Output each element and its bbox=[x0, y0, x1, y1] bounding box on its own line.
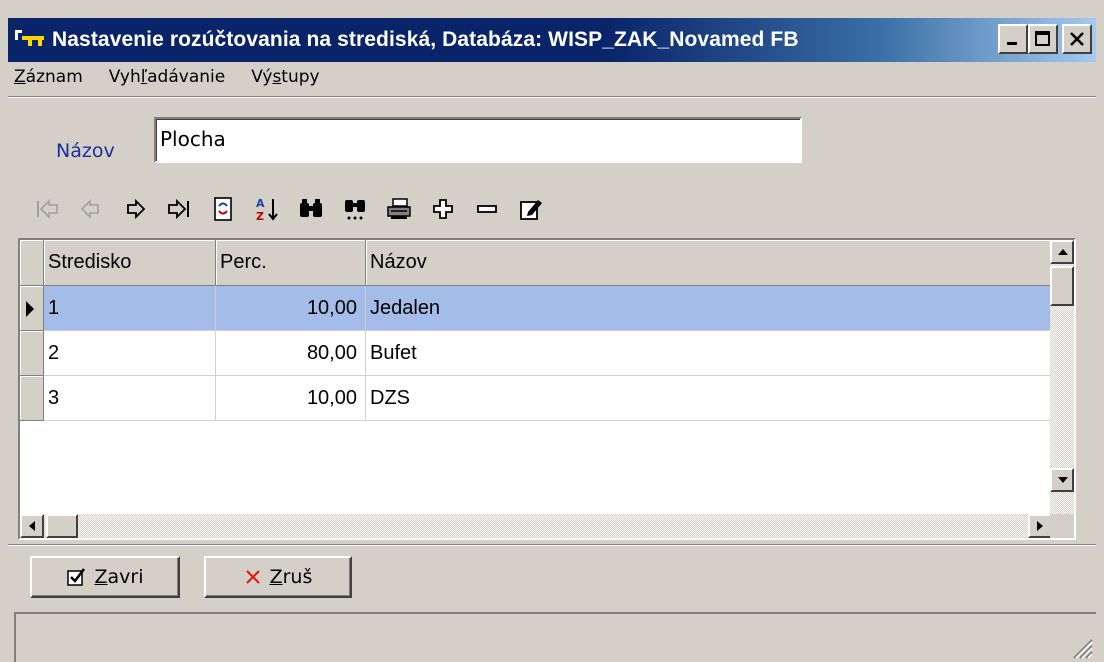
print-icon bbox=[387, 198, 411, 219]
title-bar[interactable]: Nastavenie rozúčtovania na strediská, Da… bbox=[8, 18, 1096, 62]
horizontal-scrollbar[interactable] bbox=[20, 514, 1052, 538]
row-indicator bbox=[20, 376, 44, 421]
print-button[interactable] bbox=[380, 190, 418, 228]
cancel-button[interactable]: Zruš bbox=[204, 556, 352, 598]
name-label: Názov bbox=[56, 140, 115, 162]
scroll-left-button[interactable] bbox=[20, 514, 44, 538]
first-icon bbox=[37, 199, 58, 219]
find-icon bbox=[300, 199, 322, 217]
vertical-scroll-thumb[interactable] bbox=[1050, 266, 1074, 306]
status-bar bbox=[14, 612, 1096, 662]
arrow-left-icon bbox=[29, 521, 35, 531]
add-icon bbox=[433, 199, 453, 219]
menu-vyhladavanie[interactable]: Vyhľadávanie bbox=[103, 67, 231, 87]
cell-stredisko[interactable]: 3 bbox=[44, 376, 216, 421]
delete-record-button[interactable] bbox=[468, 190, 506, 228]
current-row-arrow-icon bbox=[26, 301, 34, 317]
find-next-icon bbox=[345, 200, 365, 220]
first-record-button[interactable] bbox=[28, 190, 66, 228]
cell-nazov[interactable]: Jedalen bbox=[366, 286, 1052, 331]
menu-zaznam[interactable]: Záznam bbox=[8, 67, 89, 87]
scrollbar-corner bbox=[1050, 514, 1074, 538]
menu-separator bbox=[8, 96, 1096, 98]
svg-text:Z: Z bbox=[256, 210, 264, 222]
maximize-icon bbox=[1035, 31, 1050, 46]
cancel-button-label: Zruš bbox=[269, 566, 313, 588]
grid-body: Stredisko Perc. Názov 1 10,00 Jedalen 2 … bbox=[20, 240, 1052, 514]
minimize-icon bbox=[1007, 42, 1017, 45]
table-row[interactable]: 2 80,00 Bufet bbox=[20, 331, 1052, 376]
close-window-button[interactable] bbox=[1062, 24, 1092, 54]
resize-grip-icon[interactable] bbox=[1066, 632, 1094, 660]
maximize-button[interactable] bbox=[1028, 24, 1058, 54]
cell-perc[interactable]: 10,00 bbox=[216, 376, 366, 421]
refresh-button[interactable] bbox=[204, 190, 242, 228]
prev-record-button[interactable] bbox=[72, 190, 110, 228]
cell-stredisko[interactable]: 1 bbox=[44, 286, 216, 331]
grid-header-row: Stredisko Perc. Názov bbox=[20, 240, 1052, 286]
scroll-up-button[interactable] bbox=[1050, 240, 1074, 264]
table-row[interactable]: 3 10,00 DZS bbox=[20, 376, 1052, 421]
column-header-stredisko[interactable]: Stredisko bbox=[44, 240, 216, 286]
table-row[interactable]: 1 10,00 Jedalen bbox=[20, 286, 1052, 331]
cell-nazov[interactable]: Bufet bbox=[366, 331, 1052, 376]
close-button[interactable]: Zavri bbox=[30, 556, 180, 598]
main-window: Nastavenie rozúčtovania na strediská, Da… bbox=[0, 0, 1104, 662]
cross-icon bbox=[245, 570, 260, 584]
add-record-button[interactable] bbox=[424, 190, 462, 228]
delete-icon bbox=[477, 205, 497, 213]
cell-stredisko[interactable]: 2 bbox=[44, 331, 216, 376]
cell-perc[interactable]: 80,00 bbox=[216, 331, 366, 376]
scroll-right-button[interactable] bbox=[1028, 514, 1052, 538]
cell-perc[interactable]: 10,00 bbox=[216, 286, 366, 331]
row-indicator bbox=[20, 331, 44, 376]
menu-bar: Záznam Vyhľadávanie Výstupy bbox=[8, 62, 1096, 92]
app-icon bbox=[14, 27, 48, 53]
next-icon bbox=[127, 198, 146, 220]
svg-text:A: A bbox=[256, 197, 265, 210]
arrow-up-icon bbox=[1058, 249, 1068, 255]
arrow-down-icon bbox=[1058, 477, 1068, 483]
checkmark-icon bbox=[67, 568, 86, 586]
prev-icon bbox=[80, 199, 99, 219]
find-next-button[interactable] bbox=[336, 190, 374, 228]
data-grid[interactable]: Stredisko Perc. Názov 1 10,00 Jedalen 2 … bbox=[18, 238, 1076, 540]
scroll-down-button[interactable] bbox=[1050, 468, 1074, 492]
row-indicator bbox=[20, 286, 44, 331]
vertical-scrollbar[interactable] bbox=[1050, 240, 1074, 514]
horizontal-scroll-thumb[interactable] bbox=[46, 514, 78, 538]
column-header-perc[interactable]: Perc. bbox=[216, 240, 366, 286]
last-record-button[interactable] bbox=[160, 190, 198, 228]
arrow-right-icon bbox=[1037, 521, 1043, 531]
window-title: Nastavenie rozúčtovania na strediská, Da… bbox=[52, 28, 799, 51]
menu-vystupy[interactable]: Výstupy bbox=[245, 67, 325, 87]
last-icon bbox=[168, 198, 189, 220]
close-button-label: Zavri bbox=[94, 566, 144, 588]
cell-nazov[interactable]: DZS bbox=[366, 376, 1052, 421]
find-button[interactable] bbox=[292, 190, 330, 228]
edit-icon bbox=[520, 200, 542, 220]
close-icon bbox=[1070, 32, 1084, 46]
edit-record-button[interactable] bbox=[512, 190, 550, 228]
refresh-icon bbox=[214, 197, 232, 221]
navigator-toolbar: AZ bbox=[28, 190, 556, 228]
sort-button[interactable]: AZ bbox=[248, 190, 286, 228]
sort-icon: AZ bbox=[256, 197, 278, 222]
header-indicator bbox=[20, 240, 44, 286]
next-record-button[interactable] bbox=[116, 190, 154, 228]
name-input[interactable]: Plocha bbox=[154, 117, 802, 163]
window-controls bbox=[998, 24, 1092, 54]
column-header-nazov[interactable]: Názov bbox=[366, 240, 1052, 286]
minimize-button[interactable] bbox=[998, 24, 1028, 54]
button-area-separator bbox=[8, 544, 1096, 546]
